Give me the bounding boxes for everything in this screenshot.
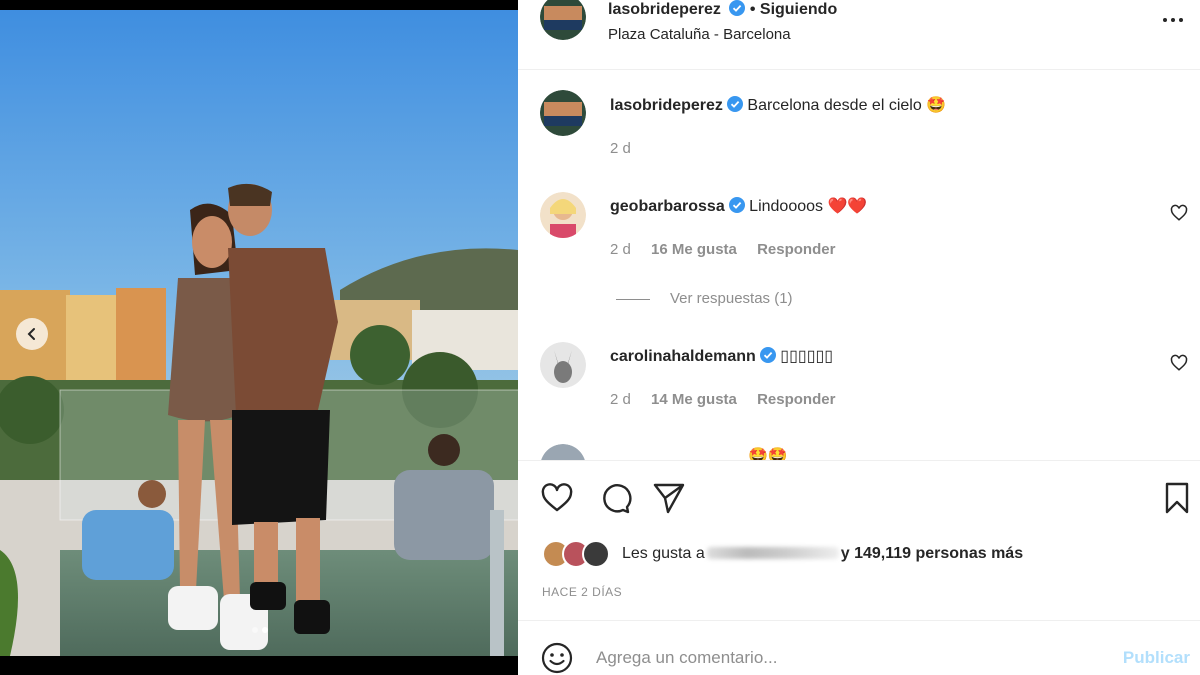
comment-text-line: geobarbarossa Lindoooos ❤️❤️ bbox=[610, 196, 867, 216]
add-comment-bar: Publicar bbox=[518, 620, 1200, 675]
comment-time: 2 d bbox=[610, 391, 631, 408]
comment-like-heart-icon[interactable] bbox=[1170, 354, 1188, 372]
post-header: lasobrideperez • Siguiendo Plaza Cataluñ… bbox=[518, 0, 1200, 70]
verified-badge-icon bbox=[759, 347, 776, 363]
caption-meta: 2 d bbox=[610, 140, 647, 157]
caption-time: 2 d bbox=[610, 140, 631, 157]
comment-item-partial: 🤩🤩 bbox=[518, 442, 1200, 460]
comment-time: 2 d bbox=[610, 241, 631, 258]
comment-like-heart-icon[interactable] bbox=[1170, 204, 1188, 222]
author-avatar[interactable] bbox=[540, 0, 586, 40]
instagram-post-view: lasobrideperez • Siguiendo Plaza Cataluñ… bbox=[0, 0, 1200, 675]
likes-text: Les gusta a y 149,119 personas más bbox=[622, 545, 1023, 563]
post-side-panel: lasobrideperez • Siguiendo Plaza Cataluñ… bbox=[518, 0, 1200, 675]
like-heart-icon[interactable] bbox=[540, 481, 574, 515]
likes-count[interactable]: y 149,119 personas más bbox=[841, 545, 1023, 562]
chevron-left-icon bbox=[27, 328, 35, 340]
view-replies-label: Ver respuestas (1) bbox=[670, 290, 793, 307]
comment-username[interactable]: geobarbarossa bbox=[610, 198, 725, 215]
comment-text: Lindoooos ❤️❤️ bbox=[749, 198, 868, 215]
verified-badge-icon bbox=[728, 197, 745, 213]
emoji-smiley-icon[interactable] bbox=[540, 641, 574, 675]
commenter-avatar[interactable] bbox=[540, 192, 586, 238]
post-timestamp[interactable]: HACE 2 DÍAS bbox=[542, 585, 622, 599]
carousel-dot-active bbox=[262, 627, 268, 633]
post-actions: Les gusta a y 149,119 personas más HACE 2… bbox=[518, 460, 1200, 620]
caption-author-avatar[interactable] bbox=[540, 90, 586, 136]
comments-list: lasobrideperez Barcelona desde el cielo … bbox=[518, 70, 1200, 460]
photo-bottom-bar bbox=[0, 656, 518, 675]
comment-bubble-icon[interactable] bbox=[598, 481, 632, 515]
following-status[interactable]: • Siguiendo bbox=[750, 1, 837, 18]
verified-badge-icon bbox=[729, 0, 746, 16]
header-username[interactable]: lasobrideperez bbox=[608, 1, 721, 18]
carousel-dots bbox=[252, 627, 268, 633]
more-options-icon[interactable] bbox=[1160, 12, 1186, 28]
comment-likes[interactable]: 16 Me gusta bbox=[651, 241, 737, 258]
reply-button[interactable]: Responder bbox=[757, 241, 835, 258]
post-location[interactable]: Plaza Cataluña - Barcelona bbox=[608, 26, 791, 43]
share-paper-plane-icon[interactable] bbox=[652, 481, 686, 515]
blurred-username bbox=[706, 547, 839, 559]
caption-text: Barcelona desde el cielo 🤩 bbox=[747, 97, 947, 114]
view-replies-line bbox=[616, 298, 650, 300]
comment-text-line: carolinahaldemann ▯▯▯▯▯▯ bbox=[610, 346, 833, 366]
caption-item: lasobrideperez Barcelona desde el cielo … bbox=[518, 70, 1200, 180]
photo-top-bar bbox=[0, 0, 518, 10]
publish-button[interactable]: Publicar bbox=[1123, 648, 1190, 668]
comment-text: ▯▯▯▯▯▯ bbox=[780, 348, 834, 365]
save-bookmark-icon[interactable] bbox=[1160, 481, 1194, 515]
reply-button[interactable]: Responder bbox=[757, 391, 835, 408]
comment-likes[interactable]: 14 Me gusta bbox=[651, 391, 737, 408]
comment-item: carolinahaldemann ▯▯▯▯▯▯ 2 d 14 Me gusta… bbox=[518, 330, 1200, 450]
view-replies-link[interactable]: Ver respuestas (1) bbox=[616, 290, 793, 307]
liker-avatars bbox=[542, 540, 616, 568]
comment-meta: 2 d 16 Me gusta Responder bbox=[610, 241, 851, 258]
carousel-prev-button[interactable] bbox=[16, 318, 48, 350]
verified-badge-icon bbox=[726, 96, 743, 112]
header-author-line: lasobrideperez • Siguiendo bbox=[608, 0, 837, 19]
liker-avatar bbox=[582, 540, 610, 568]
commenter-avatar[interactable] bbox=[540, 342, 586, 388]
post-photo-panel bbox=[0, 0, 518, 675]
comment-username[interactable]: carolinahaldemann bbox=[610, 348, 756, 365]
commenter-avatar[interactable] bbox=[540, 444, 586, 460]
caption-text-line: lasobrideperez Barcelona desde el cielo … bbox=[610, 95, 946, 115]
likes-summary[interactable]: Les gusta a y 149,119 personas más bbox=[542, 539, 1023, 569]
post-photo bbox=[0, 10, 518, 656]
caption-username[interactable]: lasobrideperez bbox=[610, 97, 723, 114]
comment-text: 🤩🤩 bbox=[748, 448, 788, 460]
comment-meta: 2 d 14 Me gusta Responder bbox=[610, 391, 851, 408]
carousel-dot bbox=[252, 627, 258, 633]
comment-input[interactable] bbox=[596, 645, 1096, 671]
likes-prefix: Les gusta a bbox=[622, 545, 705, 562]
